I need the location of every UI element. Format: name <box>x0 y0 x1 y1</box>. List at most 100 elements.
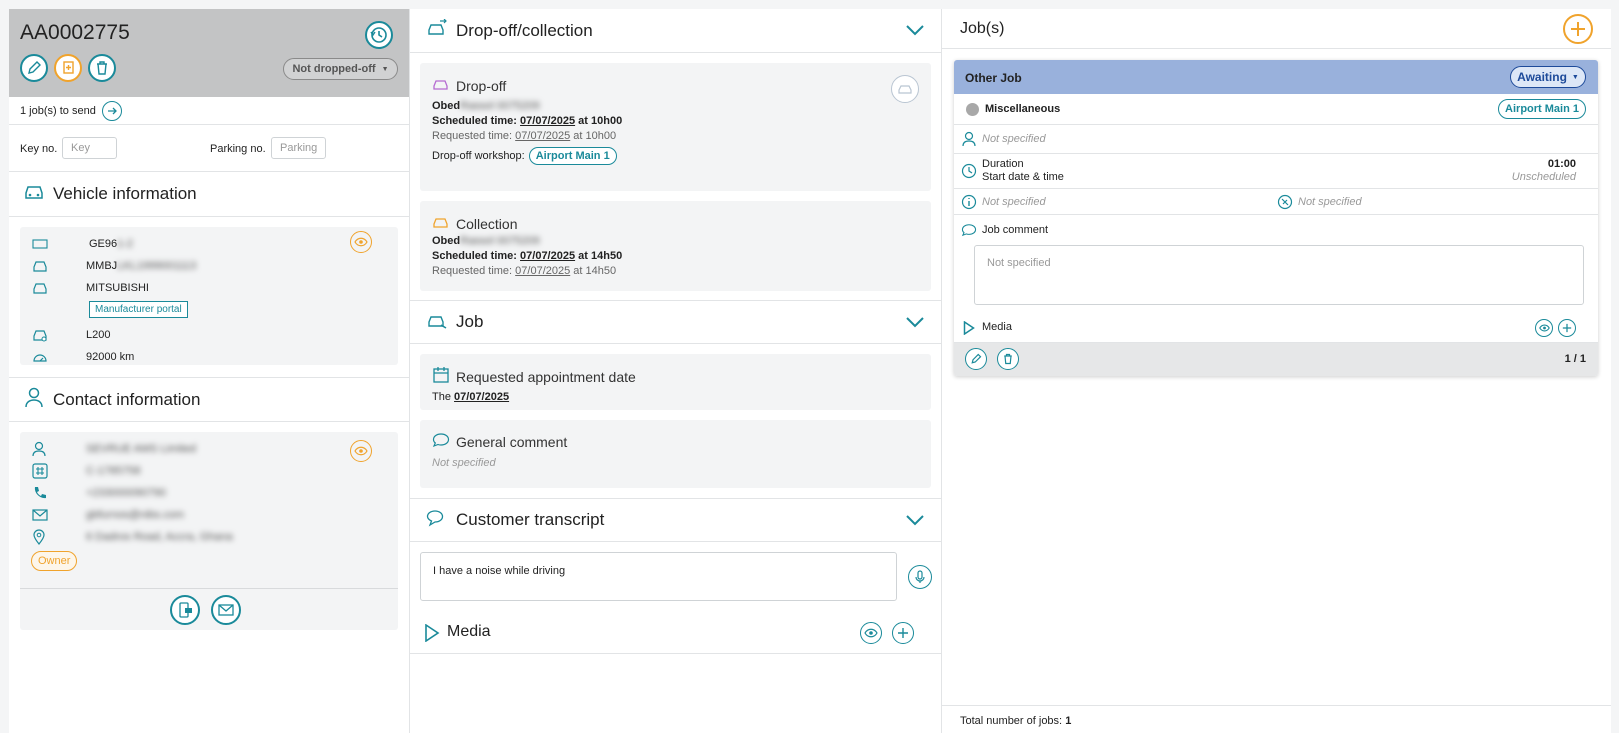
jobs-panel-title: Job(s) <box>960 20 1005 37</box>
mileage-row: 92000 km <box>20 346 398 368</box>
contact-id-row: C-1785758 <box>20 460 398 482</box>
start-value: Unscheduled <box>1511 171 1576 183</box>
job-section-title: Job <box>456 312 484 331</box>
collection-card: Collection ObedRassol 0075209 Scheduled … <box>420 201 931 291</box>
edit-icon[interactable] <box>965 348 987 370</box>
transcript-media-row: Media <box>410 610 941 654</box>
job-card: Other Job Awaiting ▼ Miscellaneous Airpo… <box>954 60 1598 376</box>
plate-icon <box>20 239 86 249</box>
dropoff-workshop: Drop-off workshop: Airport Main 1 <box>432 147 919 165</box>
transcript-textarea[interactable]: I have a noise while driving <box>420 552 897 601</box>
delete-icon[interactable] <box>88 54 116 82</box>
phone-send-icon[interactable] <box>170 595 200 625</box>
dropoff-collection-header[interactable]: Drop-off/collection <box>410 9 941 53</box>
duplicate-icon[interactable] <box>54 54 82 82</box>
add-media-icon[interactable] <box>892 622 914 644</box>
job-info-right: Not specified <box>1298 196 1362 208</box>
swap-cars-icon[interactable] <box>891 75 919 103</box>
mail-icon <box>20 509 86 521</box>
make-row: MITSUBISHI <box>20 277 398 299</box>
chevron-down-icon: ▼ <box>1571 73 1579 81</box>
clock-icon <box>961 163 977 182</box>
key-input[interactable]: Key <box>62 137 117 159</box>
collection-title: Collection <box>456 215 518 232</box>
hash-icon <box>20 463 86 479</box>
status-dropdown[interactable]: Not dropped-off ▼ <box>283 58 398 80</box>
person-icon <box>23 386 45 413</box>
car-swap-icon <box>426 18 448 42</box>
job-duration-row: Duration Start date & time 01:00 Unsched… <box>954 154 1598 189</box>
eye-icon[interactable] <box>860 622 882 644</box>
general-comment-title: General comment <box>456 433 568 450</box>
job-section-header[interactable]: Job <box>410 300 941 344</box>
parking-input[interactable]: Parking <box>271 137 326 159</box>
job-status-dropdown[interactable]: Awaiting ▼ <box>1510 66 1586 88</box>
job-workshop-badge[interactable]: Airport Main 1 <box>1498 99 1586 119</box>
owner-badge: Owner <box>31 551 78 571</box>
car-icon <box>23 183 45 206</box>
comment-icon <box>961 223 977 240</box>
job-category-row: Miscellaneous Airport Main 1 <box>954 94 1598 125</box>
jobs-to-send-row: 1 job(s) to send <box>9 97 409 125</box>
microphone-icon[interactable] <box>908 565 932 589</box>
job-comment-row: Job comment Not specified Media <box>954 215 1598 343</box>
dropoff-title: Drop-off <box>456 77 507 94</box>
tools-icon <box>1277 194 1293 213</box>
phone-icon <box>20 485 86 501</box>
chat-icon <box>426 509 448 532</box>
vehicle-reference: AA0002775 <box>20 21 130 44</box>
vehicle-info-card: GE96 1-2 MMBJ LKL1999001113 MITSUBISHI Man… <box>20 227 398 365</box>
chevron-down-icon[interactable] <box>905 313 925 333</box>
dropoff-requested: Requested time: 07/07/2025 at 10h00 <box>432 130 617 142</box>
mileage-value: 92000 km <box>86 351 135 363</box>
appointment-date: The 07/07/2025 <box>432 391 510 403</box>
manufacturer-portal-button[interactable]: Manufacturer portal <box>89 301 188 318</box>
mail-send-icon[interactable] <box>211 595 241 625</box>
play-icon[interactable] <box>424 623 440 645</box>
vin-row: MMBJ LKL1999001113 <box>20 255 398 277</box>
plate-value: GE96 <box>89 238 118 250</box>
appointment-title-row: Requested appointment date <box>432 366 919 387</box>
calendar-icon <box>432 366 450 387</box>
chevron-down-icon[interactable] <box>905 511 925 531</box>
jobs-panel-header: Job(s) <box>942 9 1611 49</box>
chevron-down-icon[interactable] <box>905 21 925 41</box>
vehicle-header: AA0002775 Not dropped-off ▼ <box>9 9 409 97</box>
eye-icon[interactable] <box>1535 319 1553 337</box>
send-jobs-icon[interactable] <box>101 100 122 121</box>
add-media-icon[interactable] <box>1558 319 1576 337</box>
car-make-icon <box>20 281 86 295</box>
plate-hidden: 1-2 <box>117 238 134 250</box>
edit-icon[interactable] <box>20 54 48 82</box>
collection-scheduled: Scheduled time: 07/07/2025 at 14h50 <box>432 250 623 262</box>
collection-title-row: Collection <box>432 215 919 232</box>
appointment-card: Requested appointment date The 07/07/202… <box>420 354 931 410</box>
job-info-left: Not specified <box>982 196 1046 208</box>
eye-icon[interactable] <box>350 440 372 462</box>
jobs-to-send-label: 1 job(s) to send <box>20 104 96 117</box>
delete-icon[interactable] <box>997 348 1019 370</box>
transcript-header[interactable]: Customer transcript <box>410 498 941 542</box>
make-value: MITSUBISHI <box>86 282 149 294</box>
job-comment-textarea[interactable]: Not specified <box>974 245 1584 305</box>
contact-phone: +233000090790 <box>86 487 166 499</box>
parking-label: Parking no. <box>210 143 266 155</box>
job-category: Miscellaneous <box>985 103 1061 115</box>
dropoff-scheduled: Scheduled time: 07/07/2025 at 10h00 <box>432 115 623 127</box>
location-pin-icon <box>20 529 86 545</box>
general-comment-title-row: General comment <box>432 432 919 451</box>
vehicle-info-title: Vehicle information <box>53 184 197 203</box>
add-job-icon[interactable] <box>1563 14 1593 44</box>
play-icon[interactable] <box>963 320 975 338</box>
technician-icon <box>962 131 978 150</box>
job-status-label: Awaiting <box>1517 70 1567 84</box>
model-value: L200 <box>86 329 111 341</box>
model-row: L200 <box>20 324 398 346</box>
job-comment-label: Job comment <box>982 224 1049 236</box>
contact-name-row: SEVRUE AMS Limited <box>20 438 398 460</box>
contact-email-row: gbfurnos@nibs.com <box>20 504 398 526</box>
vin-hidden: LKL1999001113 <box>117 260 197 272</box>
eye-icon[interactable] <box>350 231 372 253</box>
workshop-badge[interactable]: Airport Main 1 <box>528 147 617 165</box>
history-icon[interactable] <box>365 21 393 49</box>
